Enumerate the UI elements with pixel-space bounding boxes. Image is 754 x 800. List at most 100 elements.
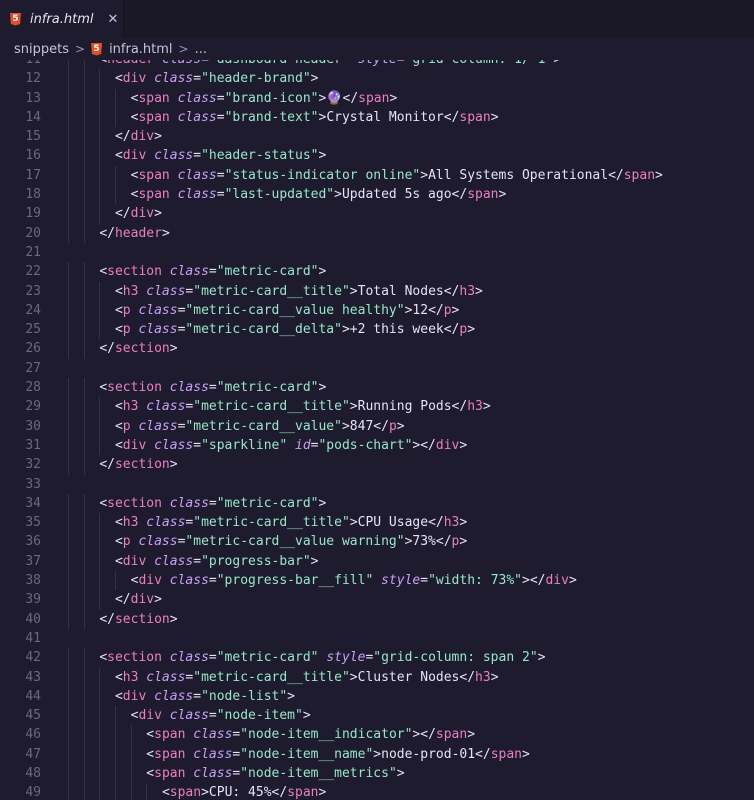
code-line[interactable]: 27 bbox=[0, 359, 754, 378]
token-str: "status-indicator online" bbox=[224, 167, 421, 183]
token-txt: 73% bbox=[412, 534, 436, 550]
code-editor[interactable]: 11<header class="dashboard-header" style… bbox=[0, 60, 754, 800]
code-line[interactable]: 21 bbox=[0, 243, 754, 262]
code-line[interactable]: 25 <p class="metric-card__delta">+2 this … bbox=[0, 320, 754, 340]
code-line[interactable]: 40 </section> bbox=[0, 609, 754, 629]
line-number: 14 bbox=[25, 109, 41, 125]
indent-guide bbox=[99, 300, 101, 321]
code-line[interactable]: 39 </div> bbox=[0, 590, 754, 610]
code-line[interactable]: 48 <span class="node-item__metrics"> bbox=[0, 763, 754, 784]
token-p: < bbox=[114, 148, 123, 164]
code-text: <h3 class="metric-card__title">Cluster N… bbox=[115, 668, 499, 687]
line-number: 41 bbox=[25, 630, 41, 646]
indent-guide bbox=[83, 127, 85, 147]
token-tag: span bbox=[169, 785, 202, 800]
code-line[interactable]: 43 <h3 class="metric-card__title">Cluster… bbox=[0, 667, 754, 687]
indent-guide bbox=[99, 725, 101, 745]
code-line[interactable]: 44 <div class="node-list"> bbox=[0, 686, 754, 707]
indent-guide bbox=[68, 493, 69, 514]
code-line[interactable]: 31 <div class="sparkline" id="pods-chart"… bbox=[0, 435, 754, 456]
code-line[interactable]: 24 <p class="metric-card__value healthy">… bbox=[0, 300, 754, 321]
line-number: 29 bbox=[25, 399, 41, 415]
indent-guide bbox=[99, 706, 101, 726]
token-str: "metric-card__title" bbox=[193, 669, 350, 685]
indent-guide bbox=[68, 107, 69, 128]
indent-guide bbox=[99, 107, 101, 128]
code-line[interactable]: 14 <span class="brand-text">Crystal Monit… bbox=[0, 107, 754, 128]
indent-guide bbox=[68, 378, 69, 398]
token-p: > bbox=[459, 534, 468, 550]
line-number: 32 bbox=[25, 457, 41, 473]
token-p: = bbox=[208, 573, 217, 589]
tab-infra-html[interactable]: 5 infra.html ✕ bbox=[0, 0, 124, 38]
line-number: 49 bbox=[25, 785, 41, 800]
code-line[interactable]: 47 <span class="node-item__name">node-pro… bbox=[0, 744, 754, 764]
token-tag: header bbox=[107, 60, 154, 67]
code-line[interactable]: 30 <p class="metric-card__value">847</p> bbox=[0, 416, 754, 436]
line-number: 46 bbox=[25, 727, 41, 743]
token-p: </ bbox=[428, 302, 444, 318]
indent-guide bbox=[83, 590, 85, 610]
token-str: "metric-card__value healthy" bbox=[185, 302, 405, 318]
code-line[interactable]: 38 <div class="progress-bar__fill" style=… bbox=[0, 571, 754, 591]
code-line[interactable]: 32 </section> bbox=[0, 455, 754, 475]
code-line[interactable]: 28 <section class="metric-card"> bbox=[0, 378, 754, 398]
indent-guide bbox=[83, 686, 85, 707]
token-txt: Total Nodes bbox=[357, 283, 444, 299]
breadcrumb-file[interactable]: infra.html bbox=[109, 42, 172, 57]
code-text: <div class="sparkline" id="pods-chart"><… bbox=[115, 436, 467, 455]
code-line[interactable]: 11<header class="dashboard-header" style… bbox=[0, 60, 754, 70]
token-str: "metric-card__title" bbox=[193, 283, 350, 299]
code-line[interactable]: 22 <section class="metric-card"> bbox=[0, 262, 754, 282]
code-line[interactable]: 45 <div class="node-item"> bbox=[0, 706, 754, 726]
close-tab-icon[interactable]: ✕ bbox=[107, 12, 118, 27]
code-line[interactable]: 23 <h3 class="metric-card__title">Total N… bbox=[0, 281, 754, 301]
indent-guide bbox=[83, 146, 85, 166]
indent-guide bbox=[83, 165, 85, 186]
code-line[interactable]: 42 <section class="metric-card" style="gr… bbox=[0, 648, 754, 668]
code-line[interactable]: 37 <div class="progress-bar"> bbox=[0, 551, 754, 572]
token-str: "metric-card" bbox=[216, 264, 319, 280]
code-line[interactable]: 49 <span>CPU: 45%</span> bbox=[0, 783, 754, 800]
breadcrumb-symbol[interactable]: ... bbox=[195, 42, 207, 57]
token-p: > bbox=[498, 187, 507, 203]
token-p: = bbox=[216, 90, 225, 106]
code-line[interactable]: 13 <span class="brand-icon">🔮</span> bbox=[0, 88, 754, 108]
token-p: = bbox=[208, 650, 217, 666]
token-str: "metric-card__value warning" bbox=[185, 534, 405, 550]
code-line[interactable]: 29 <h3 class="metric-card__title">Running… bbox=[0, 397, 754, 417]
code-line[interactable]: 41 bbox=[0, 629, 754, 648]
code-line[interactable]: 12 <div class="header-brand"> bbox=[0, 69, 754, 89]
code-line[interactable]: 34 <section class="metric-card"> bbox=[0, 493, 754, 514]
token-p: < bbox=[114, 322, 123, 338]
code-line[interactable]: 18 <span class="last-updated">Updated 5s … bbox=[0, 185, 754, 205]
indent-guide bbox=[83, 204, 85, 224]
code-line[interactable]: 33 bbox=[0, 475, 754, 494]
token-p: > bbox=[169, 341, 178, 357]
indent-guide bbox=[83, 455, 85, 475]
code-text: <p class="metric-card__value">847</p> bbox=[115, 417, 405, 436]
token-tag: div bbox=[435, 437, 460, 453]
token-p: < bbox=[146, 746, 155, 762]
chevron-right-icon: > bbox=[178, 42, 189, 56]
token-txt: All Systems Operational bbox=[428, 167, 609, 183]
token-p bbox=[162, 496, 170, 511]
token-p: = bbox=[208, 708, 217, 724]
code-text: <p class="metric-card__delta">+2 this we… bbox=[115, 320, 475, 339]
token-p: = bbox=[208, 380, 217, 396]
code-line[interactable]: 15 </div> bbox=[0, 127, 754, 147]
indent-guide bbox=[130, 725, 132, 745]
code-line[interactable]: 19 </div> bbox=[0, 204, 754, 224]
code-line[interactable]: 35 <h3 class="metric-card__title">CPU Usa… bbox=[0, 513, 754, 533]
breadcrumb-folder[interactable]: snippets bbox=[14, 42, 69, 57]
code-line[interactable]: 46 <span class="node-item__indicator"></s… bbox=[0, 725, 754, 745]
indent-guide bbox=[99, 590, 101, 610]
code-line[interactable]: 26 </section> bbox=[0, 339, 754, 359]
code-line[interactable]: 17 <span class="status-indicator online">… bbox=[0, 165, 754, 186]
token-txt: 🔮 bbox=[326, 90, 343, 106]
code-text: <span class="node-item__indicator"></spa… bbox=[146, 725, 475, 744]
code-line[interactable]: 16 <div class="header-status"> bbox=[0, 146, 754, 166]
code-line[interactable]: 36 <p class="metric-card__value warning">… bbox=[0, 532, 754, 552]
code-line[interactable]: 20 </header> bbox=[0, 223, 754, 243]
token-tag: span bbox=[154, 765, 186, 781]
